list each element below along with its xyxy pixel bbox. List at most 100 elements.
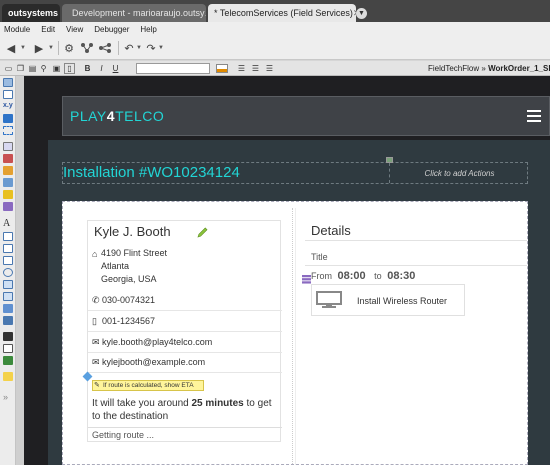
contact-name: Kyle J. Booth: [94, 224, 171, 239]
ok-widget-icon[interactable]: [3, 332, 13, 341]
forward-dropdown-icon[interactable]: ▼: [48, 45, 54, 51]
hamburger-menu-icon[interactable]: [527, 110, 541, 122]
list-records-icon[interactable]: [302, 275, 311, 284]
edit-record-widget-icon[interactable]: [3, 178, 13, 187]
gear-icon[interactable]: ⚙: [62, 41, 76, 55]
back-arrow-icon[interactable]: ◀: [4, 41, 18, 55]
email-row[interactable]: ✉ kylejbooth@example.com: [92, 357, 205, 368]
forward-arrow-icon[interactable]: ▶: [32, 41, 46, 55]
table-widget-icon[interactable]: [3, 142, 13, 151]
menu-item-edit[interactable]: Edit: [41, 25, 55, 34]
divider: [88, 352, 282, 353]
phone-icon: ✆: [92, 295, 100, 305]
title-placeholder[interactable]: Installation #WO10234124 Click to add Ac…: [62, 157, 529, 184]
back-dropdown-icon[interactable]: ▼: [20, 45, 26, 51]
tab-label: outsystems: [8, 8, 59, 18]
screen-canvas: PLAY4TELCO Installation #WO10234124 Clic…: [16, 76, 550, 465]
phone-row[interactable]: ✆ 030-0074321: [92, 295, 155, 306]
divider: [88, 372, 282, 373]
form-widget-icon[interactable]: [3, 166, 13, 175]
text-widget-icon[interactable]: A: [3, 218, 13, 229]
service-list-item[interactable]: Install Wireless Router: [311, 284, 465, 316]
color-picker[interactable]: [216, 64, 228, 73]
image-widget-icon[interactable]: [3, 356, 13, 365]
container-widget-icon[interactable]: [3, 78, 13, 87]
merge-icon[interactable]: [98, 41, 112, 55]
to-time: 08:30: [387, 270, 416, 282]
expression-widget-icon[interactable]: x.y: [3, 102, 13, 111]
contact-panel[interactable]: Kyle J. Booth ⌂ 4190 Flint Street Atlant…: [82, 220, 282, 442]
window-tab-bar: outsystems Development - marioaraujo.out…: [0, 0, 550, 22]
layout-icon[interactable]: ▯: [64, 63, 75, 74]
if-branch-icon[interactable]: [82, 371, 93, 382]
scroll-palette-icon[interactable]: »: [3, 392, 13, 402]
italic-button[interactable]: I: [96, 63, 107, 74]
combo-widget-icon[interactable]: [3, 292, 13, 301]
pencil-icon[interactable]: [197, 227, 208, 238]
list-widget-icon[interactable]: [3, 154, 13, 163]
placeholder-widget-icon[interactable]: [3, 126, 13, 135]
toolbar-divider: [58, 41, 59, 55]
tab-outsystems[interactable]: outsystems: [2, 4, 60, 22]
divider: [88, 310, 282, 311]
envelope-icon: ✉: [92, 357, 100, 367]
address-line: Georgia, USA: [101, 274, 157, 284]
style-class-select[interactable]: [136, 63, 210, 74]
underline-button[interactable]: U: [110, 63, 121, 74]
menu-item-help[interactable]: Help: [140, 25, 156, 34]
email-address: kyle.booth@play4telco.com: [102, 337, 213, 347]
upload-widget-icon[interactable]: [3, 304, 13, 313]
redo-dropdown-icon[interactable]: ▼: [158, 45, 164, 51]
select-icon[interactable]: ▭: [3, 63, 14, 74]
menu-bar: Module Edit View Debugger Help: [0, 22, 550, 36]
if-widget-icon[interactable]: [3, 114, 13, 123]
email-row[interactable]: ✉ kyle.booth@play4telco.com: [92, 337, 212, 348]
radio-widget-icon[interactable]: [3, 268, 13, 277]
textarea-widget-icon[interactable]: [3, 244, 13, 253]
bold-button[interactable]: B: [82, 63, 93, 74]
details-title-label: Title: [311, 252, 328, 262]
undo-dropdown-icon[interactable]: ▼: [136, 45, 142, 51]
align-left-icon[interactable]: ☰: [236, 63, 247, 74]
align-center-icon[interactable]: ☰: [250, 63, 261, 74]
details-column: Details Title From 08:00 to 08:30 Instal…: [295, 208, 529, 465]
mobile-row[interactable]: ▯ 001-1234567: [92, 316, 155, 327]
tab-list-dropdown-icon[interactable]: ▼: [356, 8, 367, 19]
dropdown-widget-icon[interactable]: [3, 280, 13, 289]
address-line: 4190 Flint Street: [101, 248, 168, 258]
email-address: kylejbooth@example.com: [102, 357, 206, 367]
input-widget-icon[interactable]: [3, 232, 13, 241]
pencil-widget-icon[interactable]: [3, 190, 13, 199]
divider: [305, 265, 527, 266]
zoom-icon[interactable]: ⚲: [38, 63, 49, 74]
preview-icon[interactable]: ▣: [51, 63, 62, 74]
lightbulb-icon: ✎: [94, 382, 100, 389]
menu-item-view[interactable]: View: [66, 25, 83, 34]
actions-placeholder[interactable]: Click to add Actions: [389, 163, 529, 183]
details-panel[interactable]: Details Title From 08:00 to 08:30 Instal…: [302, 220, 527, 320]
button-widget-icon[interactable]: [3, 316, 13, 325]
page-title: Installation #WO10234124: [63, 164, 240, 181]
home-icon: ⌂: [92, 249, 98, 259]
breadcrumb-flow[interactable]: FieldTechFlow: [428, 64, 479, 73]
tab-telecom-services[interactable]: * TelecomServices (Field Services) ✕: [208, 4, 356, 22]
link-widget-icon[interactable]: [3, 202, 13, 211]
format-spacer: [284, 63, 354, 74]
breadcrumb-screen[interactable]: WorkOrder_1_Sho: [488, 64, 550, 73]
align-right-icon[interactable]: ☰: [264, 63, 275, 74]
web-block-widget-icon[interactable]: [3, 344, 13, 353]
menu-item-module[interactable]: Module: [4, 25, 30, 34]
note-widget-icon[interactable]: [3, 372, 13, 381]
tab-development[interactable]: Development - marioaraujo.outsy…: [62, 4, 206, 22]
tab-label: * TelecomServices (Field Services): [214, 8, 353, 18]
redo-icon[interactable]: ↷: [144, 41, 158, 55]
checkbox-widget-icon[interactable]: [3, 256, 13, 265]
app-header[interactable]: PLAY4TELCO: [62, 96, 550, 136]
paste-icon[interactable]: ▤: [27, 63, 38, 74]
menu-item-debugger[interactable]: Debugger: [94, 25, 129, 34]
compare-icon[interactable]: [80, 41, 94, 55]
block-widget-icon[interactable]: [3, 90, 13, 99]
copy-icon[interactable]: ❐: [15, 63, 26, 74]
route-hint-note[interactable]: ✎ If route is calculated, show ETA: [92, 380, 204, 391]
undo-icon[interactable]: ↶: [122, 41, 136, 55]
